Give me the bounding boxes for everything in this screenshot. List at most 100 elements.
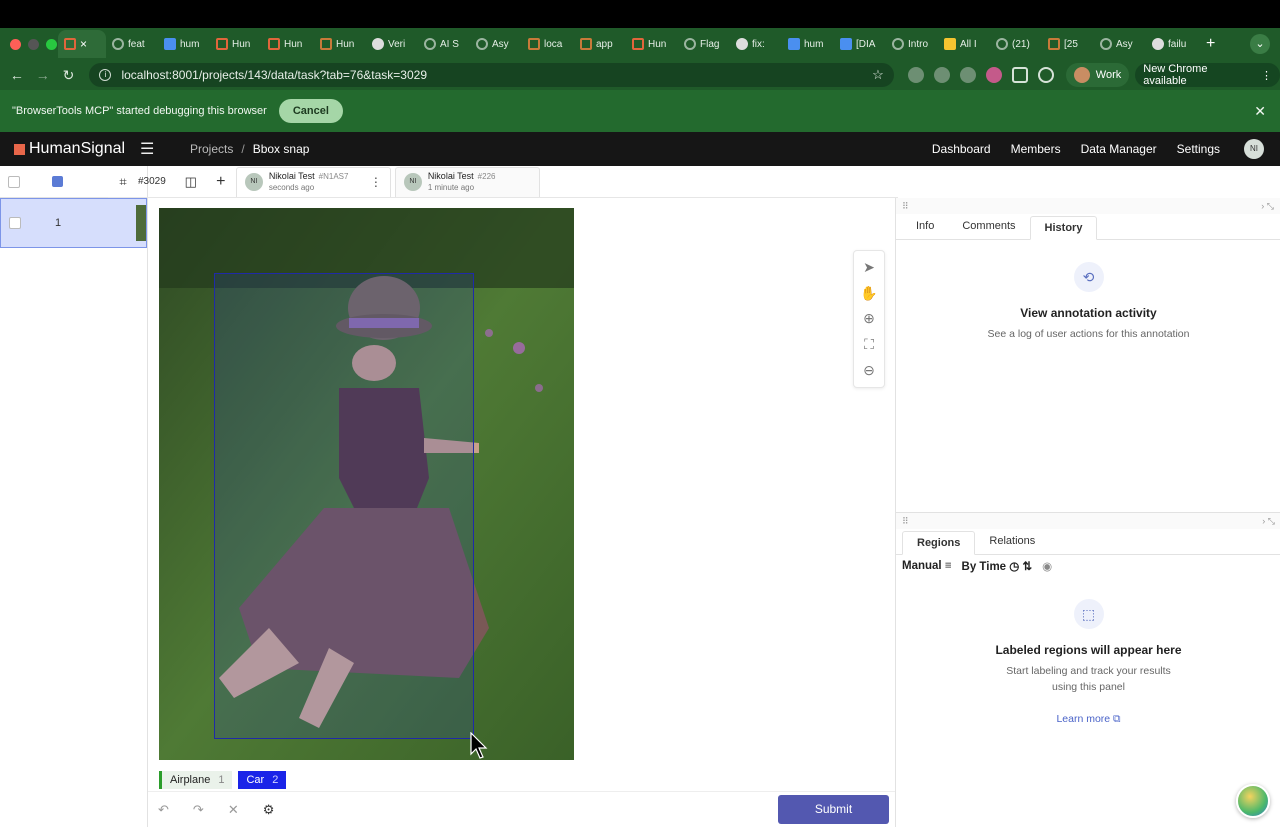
browser-tab[interactable]: AI S: [418, 30, 470, 58]
undo-icon[interactable]: ↶: [158, 802, 169, 818]
bookmark-star-icon[interactable]: ☆: [872, 67, 884, 83]
cancel-debug-button[interactable]: Cancel: [278, 99, 343, 123]
tab-info[interactable]: Info: [902, 215, 948, 239]
new-tab-button[interactable]: +: [1198, 35, 1223, 53]
browser-tab[interactable]: Asy: [470, 30, 522, 58]
browser-tab[interactable]: failu: [1146, 30, 1198, 58]
extension-icon[interactable]: [933, 67, 950, 83]
browser-tab[interactable]: (21): [990, 30, 1042, 58]
breadcrumb-projects[interactable]: Projects: [190, 142, 233, 156]
sync-icon[interactable]: [1037, 67, 1054, 83]
extension-icon[interactable]: [985, 67, 1002, 83]
drag-handle-icon[interactable]: ⠿: [902, 201, 909, 212]
browser-tab[interactable]: [DIA: [834, 30, 886, 58]
zoom-out-icon[interactable]: ⊖: [863, 362, 875, 379]
reset-icon[interactable]: ✕: [228, 802, 239, 818]
table-row[interactable]: 1: [0, 198, 147, 248]
nav-members[interactable]: Members: [1011, 142, 1061, 156]
nav-settings[interactable]: Settings: [1177, 142, 1220, 156]
assistant-launcher-icon[interactable]: [1236, 784, 1270, 818]
site-info-icon[interactable]: i: [99, 69, 112, 81]
annotator-name: Nikolai Test: [268, 171, 315, 181]
panel-collapse-icons[interactable]: › ⤡: [1261, 201, 1274, 212]
row-checkbox[interactable]: [9, 217, 21, 229]
annotation-tab[interactable]: NI Nikolai Test #N1AS7 seconds ago ⋮: [235, 166, 391, 197]
annotation-tab[interactable]: NI Nikolai Test #226 1 minute ago: [394, 166, 540, 197]
label-car[interactable]: Car 2: [238, 771, 287, 789]
task-view-icon[interactable]: ⌗: [108, 174, 138, 190]
browser-tab[interactable]: Hun: [314, 30, 366, 58]
zoom-in-icon[interactable]: ⊕: [863, 310, 875, 327]
back-arrow-icon[interactable]: ←: [4, 67, 30, 83]
browser-tab[interactable]: fix:: [730, 30, 782, 58]
breadcrumb-current-project[interactable]: Bbox snap: [253, 142, 310, 156]
close-infobar-icon[interactable]: ✕: [1254, 103, 1266, 120]
tab-label: Flag: [700, 38, 720, 50]
settings-sliders-icon[interactable]: ⚙: [263, 802, 275, 818]
nav-dashboard[interactable]: Dashboard: [932, 142, 991, 156]
select-pointer-icon[interactable]: ➤: [863, 259, 875, 276]
reload-icon[interactable]: ↻: [56, 67, 82, 84]
puzzle-icon[interactable]: [1011, 67, 1028, 83]
task-thumbnail: [136, 205, 146, 241]
learn-more-link[interactable]: Learn more ⧉: [896, 713, 1280, 726]
browser-tab[interactable]: app: [574, 30, 626, 58]
bounding-box-region[interactable]: [214, 273, 474, 739]
visibility-eye-icon[interactable]: ◉: [1042, 559, 1052, 573]
split-view-icon[interactable]: ◫: [176, 174, 206, 190]
browser-tab[interactable]: hum: [158, 30, 210, 58]
browser-tab[interactable]: feat: [106, 30, 158, 58]
browser-tab[interactable]: Asy: [1094, 30, 1146, 58]
browser-tab[interactable]: Flag: [678, 30, 730, 58]
url-input[interactable]: i localhost:8001/projects/143/data/task?…: [89, 63, 894, 87]
add-annotation-icon[interactable]: +: [206, 173, 236, 191]
annotation-menu-icon[interactable]: ⋮: [370, 175, 382, 189]
grid-view-icon[interactable]: [52, 176, 63, 187]
tab-search-chevron-icon[interactable]: ⌄: [1250, 34, 1270, 54]
user-avatar[interactable]: NI: [1244, 139, 1264, 159]
fit-to-screen-icon[interactable]: ⛶: [864, 336, 874, 353]
close-window-icon[interactable]: [10, 38, 21, 50]
browser-tab[interactable]: Intro: [886, 30, 938, 58]
label-airplane[interactable]: Airplane 1: [159, 771, 233, 789]
browser-tab[interactable]: Hun: [262, 30, 314, 58]
sort-by-time[interactable]: By Time ◷ ⇅: [962, 559, 1033, 573]
sort-manual[interactable]: Manual ≡: [902, 560, 952, 572]
chrome-update-button[interactable]: New Chrome available ⋮: [1135, 63, 1280, 87]
browser-tab[interactable]: Hun: [626, 30, 678, 58]
select-all-checkbox[interactable]: [8, 175, 20, 188]
brand-logo[interactable]: HumanSignal: [0, 140, 140, 158]
tab-label: Hun: [336, 38, 355, 50]
browser-tab[interactable]: hum: [782, 30, 834, 58]
forward-arrow-icon[interactable]: →: [30, 67, 56, 83]
nav-data-manager[interactable]: Data Manager: [1081, 142, 1157, 156]
tab-relations[interactable]: Relations: [975, 530, 1049, 554]
browser-tab[interactable]: Hun: [210, 30, 262, 58]
tab-close-icon[interactable]: ×: [80, 37, 87, 51]
tab-history[interactable]: History: [1029, 216, 1098, 240]
hamburger-menu-icon[interactable]: ☰: [140, 139, 170, 159]
browser-tab[interactable]: Veri: [366, 30, 418, 58]
minimize-window-icon[interactable]: [28, 38, 39, 50]
tab-regions[interactable]: Regions: [902, 531, 976, 555]
tab-comments[interactable]: Comments: [948, 215, 1029, 239]
maximize-window-icon[interactable]: [46, 38, 57, 50]
extension-icon[interactable]: [907, 67, 924, 83]
task-row-id: 1: [55, 217, 62, 229]
kebab-menu-icon[interactable]: ⋮: [1261, 69, 1272, 82]
drag-handle-icon[interactable]: ⠿: [902, 516, 909, 527]
browser-tab[interactable]: loca: [522, 30, 574, 58]
browser-tab[interactable]: [25: [1042, 30, 1094, 58]
browser-tab-active[interactable]: ×: [58, 30, 106, 58]
image-canvas[interactable]: [159, 208, 574, 760]
submit-button[interactable]: Submit: [778, 795, 889, 824]
extension-icon[interactable]: [959, 67, 976, 83]
browser-tab[interactable]: All I: [938, 30, 990, 58]
pan-hand-icon[interactable]: ✋: [860, 285, 877, 302]
profile-button[interactable]: Work: [1065, 63, 1130, 87]
labeling-workspace: 1 ⌗ #3029 ◫ + NI Nikolai Test #N1AS7 seco…: [0, 166, 1280, 827]
panel-collapse-icons[interactable]: › ⤡: [1262, 516, 1275, 527]
redo-icon[interactable]: ↷: [193, 802, 204, 818]
annotation-time: 1 minute ago: [427, 183, 475, 192]
image-toolbar: ➤ ✋ ⊕ ⛶ ⊖: [853, 250, 885, 388]
